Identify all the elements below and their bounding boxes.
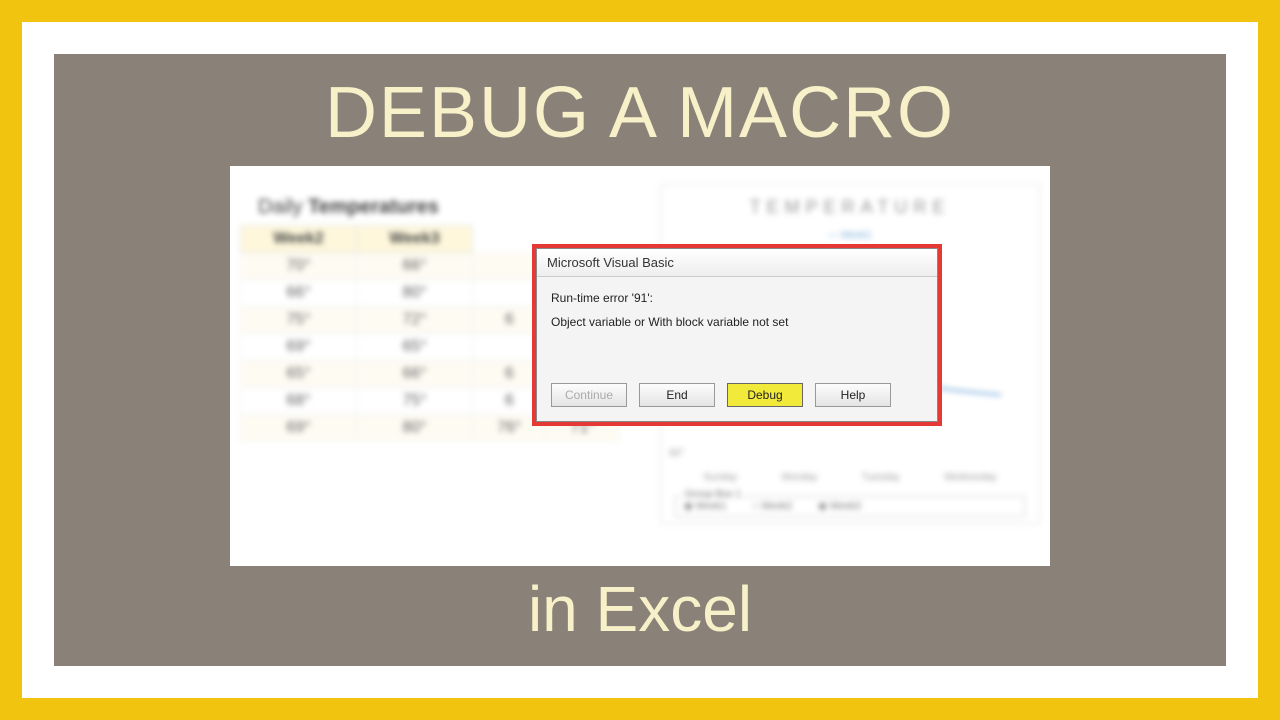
outer-frame: DEBUG A MACRO Daily Temperatures Week2 W… — [22, 22, 1258, 698]
chart-title: TEMPERATURE — [661, 197, 1039, 218]
error-code-text: Run-time error '91': — [551, 291, 923, 305]
chart-y-tick: 60° — [669, 448, 684, 459]
dialog-body: Run-time error '91': Object variable or … — [537, 277, 937, 373]
page-title: DEBUG A MACRO — [325, 72, 955, 154]
inner-frame: DEBUG A MACRO Daily Temperatures Week2 W… — [54, 54, 1226, 666]
radio-option[interactable]: ◉ Week3 — [818, 501, 860, 512]
group-box-title: Group Box 1 — [682, 489, 744, 500]
debug-button[interactable]: Debug — [727, 383, 803, 407]
dialog-button-row: Continue End Debug Help — [537, 373, 937, 421]
help-button[interactable]: Help — [815, 383, 891, 407]
excel-screenshot: Daily Temperatures Week2 Week3 70°66° 66… — [230, 166, 1050, 566]
error-dialog: Microsoft Visual Basic Run-time error '9… — [536, 248, 938, 422]
chart-x-label: Sunday — [703, 472, 737, 483]
chart-x-label: Monday — [782, 472, 818, 483]
chart-x-label: Tuesday — [862, 472, 900, 483]
table-header: Week2 — [241, 226, 357, 253]
chart-x-axis: Sunday Monday Tuesday Wednesday — [681, 472, 1019, 483]
chart-x-label: Wednesday — [944, 472, 997, 483]
sheet-heading-bold: Temperatures — [308, 196, 439, 218]
radio-option[interactable]: ◉ Week1 — [684, 501, 726, 512]
chart-group-box: Group Box 1 ◉ Week1 ○ Week2 ◉ Week3 — [675, 496, 1025, 517]
sheet-heading: Daily Temperatures — [240, 196, 620, 219]
dialog-titlebar: Microsoft Visual Basic — [537, 249, 937, 277]
sheet-heading-prefix: Daily — [258, 196, 308, 218]
page-subtitle: in Excel — [528, 572, 752, 646]
end-button[interactable]: End — [639, 383, 715, 407]
table-header: Week3 — [357, 226, 473, 253]
chart-legend: — Week1 — [661, 230, 1039, 241]
radio-option[interactable]: ○ Week2 — [752, 501, 792, 512]
error-message-text: Object variable or With block variable n… — [551, 315, 923, 329]
continue-button: Continue — [551, 383, 627, 407]
error-dialog-highlight: Microsoft Visual Basic Run-time error '9… — [532, 244, 942, 426]
